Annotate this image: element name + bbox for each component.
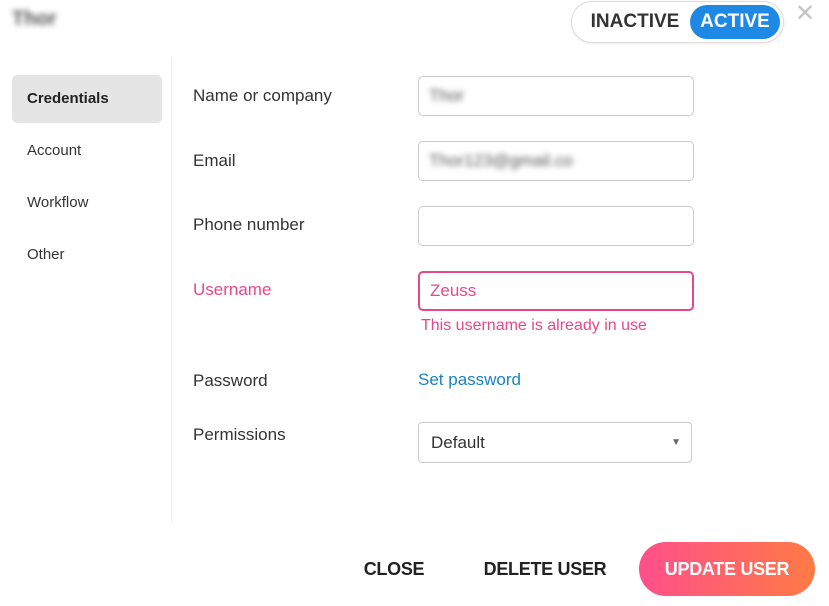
sidebar-nav: Credentials Account Workflow Other [12,75,162,283]
sidebar-item-workflow[interactable]: Workflow [12,179,162,227]
email-value: Thor123@gmail.co [429,151,573,170]
set-password-link[interactable]: Set password [418,370,521,390]
sidebar-item-account[interactable]: Account [12,127,162,175]
delete-user-button[interactable]: DELETE USER [480,542,610,596]
user-name-title: Thor [12,8,57,30]
phone-field[interactable] [418,206,694,246]
username-value: Zeuss [430,281,477,300]
username-label: Username [193,280,272,299]
password-label: Password [193,371,268,390]
name-label: Name or company [193,86,332,105]
name-field[interactable]: Thor [418,76,694,116]
permissions-label: Permissions [193,425,286,444]
phone-label: Phone number [193,215,305,234]
email-field[interactable]: Thor123@gmail.co [418,141,694,181]
toggle-active-option[interactable]: ACTIVE [690,5,780,39]
username-error-message: This username is already in use [421,317,647,334]
permissions-select[interactable]: Default ▼ [418,422,692,463]
toggle-inactive-option[interactable]: INACTIVE [580,5,690,39]
update-user-button[interactable]: UPDATE USER [639,542,815,596]
email-label: Email [193,151,236,170]
chevron-down-icon: ▼ [671,437,681,448]
close-icon[interactable]: ✕ [793,2,817,26]
status-toggle[interactable]: INACTIVE ACTIVE [571,1,784,43]
sidebar-item-other[interactable]: Other [12,231,162,279]
name-value: Thor [429,86,464,105]
sidebar-divider [171,58,172,522]
permissions-selected-value: Default [431,433,485,452]
sidebar-item-credentials[interactable]: Credentials [12,75,162,123]
close-button[interactable]: CLOSE [358,542,430,596]
username-field[interactable]: Zeuss [418,271,694,311]
